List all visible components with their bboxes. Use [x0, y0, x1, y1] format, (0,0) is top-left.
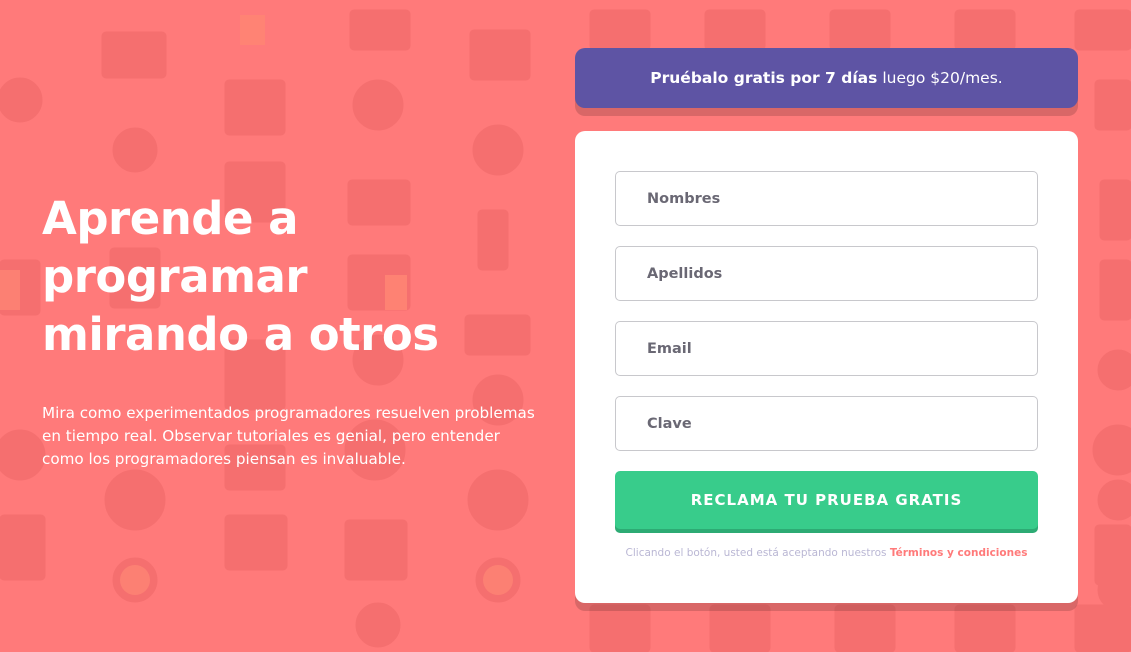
- chart-icon: [954, 9, 1016, 51]
- signup-form: RECLAMA TU PRUEBA GRATIS Clicando el bot…: [575, 131, 1078, 603]
- browser-window-icon: [469, 29, 531, 81]
- lightbulb-icon: [483, 565, 513, 595]
- browser-window-icon: [101, 31, 167, 79]
- hero-description: Mira como experimentados programadores r…: [42, 404, 535, 468]
- lightbulb-icon: [120, 565, 150, 595]
- promo-price-text: luego $20/mes.: [882, 69, 1003, 87]
- toolbox-icon: [704, 9, 766, 51]
- claim-trial-button[interactable]: RECLAMA TU PRUEBA GRATIS: [615, 471, 1038, 529]
- toolbox-icon: [224, 79, 286, 136]
- headset-icon: [352, 79, 404, 131]
- browser-window-icon: [709, 604, 771, 652]
- rocket-icon: [1097, 349, 1131, 391]
- terms-link[interactable]: Términos y condiciones: [890, 547, 1028, 559]
- lifebuoy-icon: [104, 469, 166, 531]
- rocket-icon: [954, 604, 1016, 652]
- chart-icon: [1099, 259, 1131, 321]
- email-input[interactable]: [615, 321, 1038, 376]
- headset-icon: [0, 77, 43, 123]
- hero-title: Aprende a programar mirando a otros: [42, 192, 439, 361]
- headset-icon: [1094, 79, 1131, 131]
- calendar-icon: [344, 519, 408, 581]
- chart-icon: [240, 15, 265, 45]
- gear-icon: [1092, 424, 1131, 476]
- browser-window-icon: [224, 514, 288, 571]
- promo-bold-text: Pruébalo gratis por 7 días: [650, 69, 878, 87]
- trial-promo-banner: Pruébalo gratis por 7 días luego $20/mes…: [575, 48, 1078, 108]
- terms-notice: Clicando el botón, usted está aceptando …: [615, 547, 1038, 559]
- headset-icon: [349, 9, 411, 51]
- network-icon: [112, 127, 158, 173]
- network-icon: [1074, 604, 1131, 652]
- lifebuoy-icon: [467, 469, 529, 531]
- chart-icon: [0, 270, 20, 310]
- lifebuoy-icon: [1097, 479, 1131, 521]
- chart-icon: [589, 9, 651, 51]
- last-name-input[interactable]: [615, 246, 1038, 301]
- first-name-input[interactable]: [615, 171, 1038, 226]
- terms-prefix: Clicando el botón, usted está aceptando …: [625, 547, 887, 559]
- calendar-icon: [0, 514, 46, 581]
- network-icon: [834, 604, 896, 652]
- network-icon: [472, 124, 524, 176]
- hero-section: Aprende a programar mirando a otros Mira…: [42, 190, 542, 471]
- thumbs-up-icon: [1099, 179, 1131, 241]
- browser-window-icon: [829, 9, 891, 51]
- gear-icon: [0, 429, 46, 481]
- toolbox-icon: [1074, 9, 1131, 51]
- rocket-icon: [589, 604, 651, 652]
- password-input[interactable]: [615, 396, 1038, 451]
- rocket-icon: [355, 602, 401, 648]
